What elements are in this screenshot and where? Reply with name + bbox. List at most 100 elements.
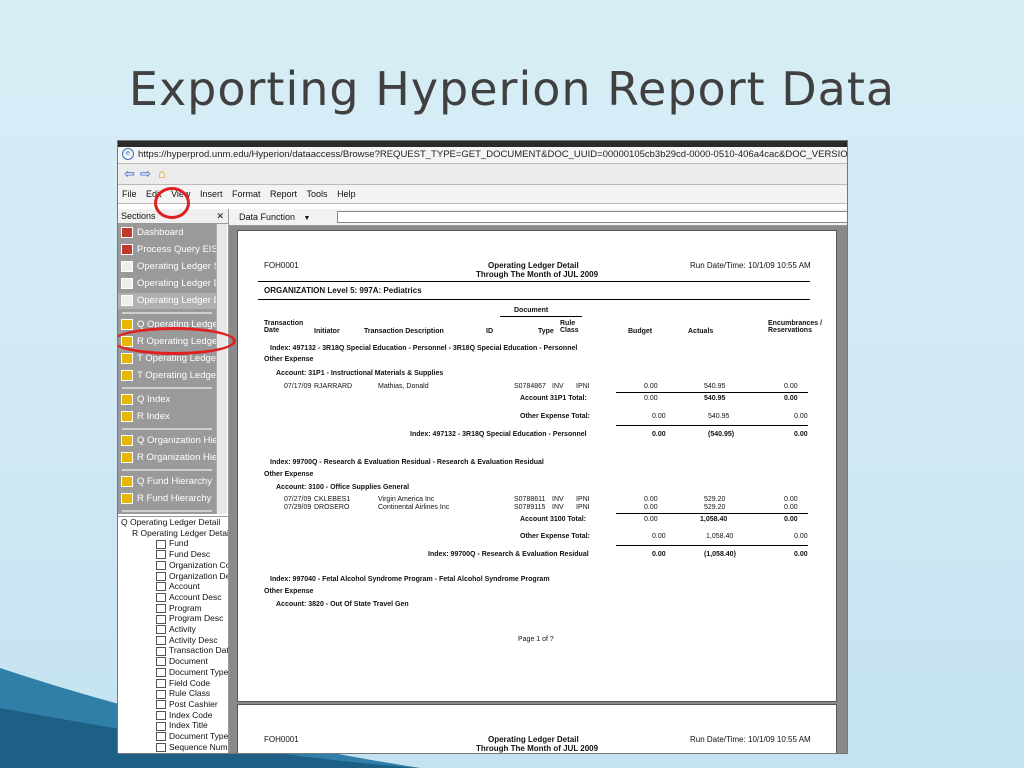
- row1-rule: IPNI: [576, 383, 590, 390]
- menu-format[interactable]: Format: [232, 189, 261, 199]
- report-pane: Data Function ▼ FOH0001 Operating Ledger…: [229, 209, 847, 753]
- report-icon: [121, 277, 133, 289]
- row2-initiator: CKLEBES1: [314, 496, 351, 503]
- acct1-total-budget: 0.00: [644, 395, 658, 402]
- section-item-label: Process Query EIS: [137, 244, 216, 255]
- tree-leaf[interactable]: Program Desc: [118, 613, 228, 624]
- report-page-2: FOH0001 Operating Ledger Detail Through …: [237, 704, 837, 753]
- field-icon: [156, 689, 166, 699]
- tree-leaf[interactable]: Document Type: [118, 731, 228, 742]
- tree-leaf[interactable]: Field Code: [118, 678, 228, 689]
- menu-help[interactable]: Help: [337, 189, 356, 199]
- dropdown-icon[interactable]: ▼: [304, 215, 311, 222]
- field-icon: [156, 561, 166, 571]
- tree-leaf-label: Organization Desc: [169, 570, 228, 581]
- run-value: 10/1/09 10:55 AM: [748, 735, 811, 744]
- oe1-total-label: Other Expense Total:: [520, 413, 590, 420]
- query-icon: [121, 393, 133, 405]
- menu-tools[interactable]: Tools: [307, 189, 328, 199]
- divider: [616, 545, 808, 546]
- tree-root[interactable]: Q Operating Ledger Detail: [121, 517, 220, 527]
- section-item[interactable]: Dashboard: [118, 225, 216, 241]
- row1-enc: 0.00: [784, 383, 798, 390]
- tree-leaf[interactable]: Account: [118, 581, 228, 592]
- index-1: Index: 497132 - 3R18Q Special Education …: [270, 345, 578, 352]
- home-icon[interactable]: ⌂: [158, 166, 166, 182]
- forward-icon[interactable]: ⇨: [140, 166, 151, 182]
- field-icon: [156, 678, 166, 688]
- row3-rule: IPNI: [576, 504, 590, 511]
- query-icon: [121, 352, 133, 364]
- tree-leaf[interactable]: Activity Desc: [118, 635, 228, 646]
- menu-report[interactable]: Report: [270, 189, 297, 199]
- sections-scrollbar[interactable]: [216, 224, 227, 514]
- tree-leaf[interactable]: Sequence Number: [118, 742, 228, 753]
- section-item[interactable]: Process Query EIS: [118, 242, 216, 258]
- section-item[interactable]: Q Organization Hierarchy: [118, 433, 216, 449]
- tree-leaf[interactable]: Organization Desc: [118, 571, 228, 582]
- tree-leaf[interactable]: Post Cashier: [118, 699, 228, 710]
- report-code: FOH0001: [264, 735, 299, 744]
- tree-leaf-label: Transaction Date: [169, 645, 228, 656]
- idx2-total-label: Index: 99700Q - Research & Evaluation Re…: [428, 551, 589, 558]
- tree-leaf[interactable]: Index Title: [118, 720, 228, 731]
- oe2-total-enc: 0.00: [794, 533, 808, 540]
- field-icon: [156, 732, 166, 742]
- row1-desc: Mathias, Donald: [378, 383, 429, 390]
- tree-child[interactable]: R Operating Ledger Detail: [132, 528, 228, 538]
- tree-leaf-label: Organization Code: [169, 559, 228, 570]
- tree-leaf[interactable]: Rule Class: [118, 688, 228, 699]
- tree-leaf[interactable]: Account Desc: [118, 592, 228, 603]
- tree-leaf-label: Program: [169, 602, 202, 613]
- address-bar[interactable]: e https://hyperprod.unm.edu/Hyperion/data…: [118, 147, 847, 164]
- row2-id: S0788611: [514, 496, 546, 503]
- oe2-total-actuals: 1,058.40: [706, 533, 734, 540]
- tree-leaf[interactable]: Fund Desc: [118, 549, 228, 560]
- section-item[interactable]: Q Fund Hierarchy: [118, 474, 216, 490]
- section-item[interactable]: Q Index: [118, 392, 216, 408]
- menu-file[interactable]: File: [122, 189, 137, 199]
- menu-insert[interactable]: Insert: [200, 189, 223, 199]
- idx2-total-actuals: (1,058.40): [704, 551, 736, 558]
- tree-leaf-label: Account Desc: [169, 591, 222, 602]
- tree-leaf[interactable]: Document: [118, 656, 228, 667]
- tree-leaf[interactable]: Fund: [118, 538, 228, 549]
- tree-leaf-label: Document: [169, 656, 208, 667]
- sections-list: Dashboard Process Query EIS Operating Ledg…: [118, 224, 216, 514]
- row3-enc: 0.00: [784, 504, 798, 511]
- tree-leaf[interactable]: Activity: [118, 624, 228, 635]
- idx2-total-budget: 0.00: [652, 551, 666, 558]
- section-item[interactable]: Operating Ledger Detail: [118, 293, 216, 309]
- section-item[interactable]: R Organization Hierarchy: [118, 450, 216, 466]
- data-function-input[interactable]: [337, 211, 847, 223]
- tree-leaf[interactable]: Program: [118, 603, 228, 614]
- close-icon[interactable]: ✕: [216, 209, 224, 223]
- tree-leaf-label: Activity: [169, 624, 196, 635]
- tree-leaf-label: Fund: [169, 538, 189, 549]
- section-item[interactable]: Operating Ledger Summary: [118, 259, 216, 275]
- tree-leaf[interactable]: Organization Code: [118, 560, 228, 571]
- section-item-label: R Organization Hierarchy: [137, 452, 216, 463]
- data-function-label[interactable]: Data Function: [239, 212, 295, 222]
- col-id: ID: [486, 328, 493, 335]
- acct2-total-actuals: 1,058.40: [700, 516, 728, 523]
- back-icon[interactable]: ⇦: [124, 166, 135, 182]
- row3-initiator: DROSERO: [314, 504, 350, 511]
- tree-leaf[interactable]: Transaction Date: [118, 645, 228, 656]
- section-item-label: Operating Ledger Summary: [137, 261, 216, 272]
- query-icon: [121, 369, 133, 381]
- section-item[interactable]: Operating Ledger Detail: [118, 276, 216, 292]
- section-item[interactable]: R Index: [118, 409, 216, 425]
- oe2-total-budget: 0.00: [652, 533, 666, 540]
- section-separator: [122, 428, 212, 430]
- tree-leaf[interactable]: Index Code: [118, 710, 228, 721]
- query-icon: [121, 434, 133, 446]
- col-initiator: Initiator: [314, 328, 340, 335]
- section-item[interactable]: T Operating Ledger: [118, 368, 216, 384]
- tree-leaf[interactable]: Document Type: [118, 667, 228, 678]
- divider: [616, 425, 808, 426]
- row1-actuals: 540.95: [704, 383, 726, 390]
- url-text[interactable]: https://hyperprod.unm.edu/Hyperion/dataa…: [138, 149, 847, 160]
- field-icon: [156, 700, 166, 710]
- section-item[interactable]: R Fund Hierarchy: [118, 491, 216, 507]
